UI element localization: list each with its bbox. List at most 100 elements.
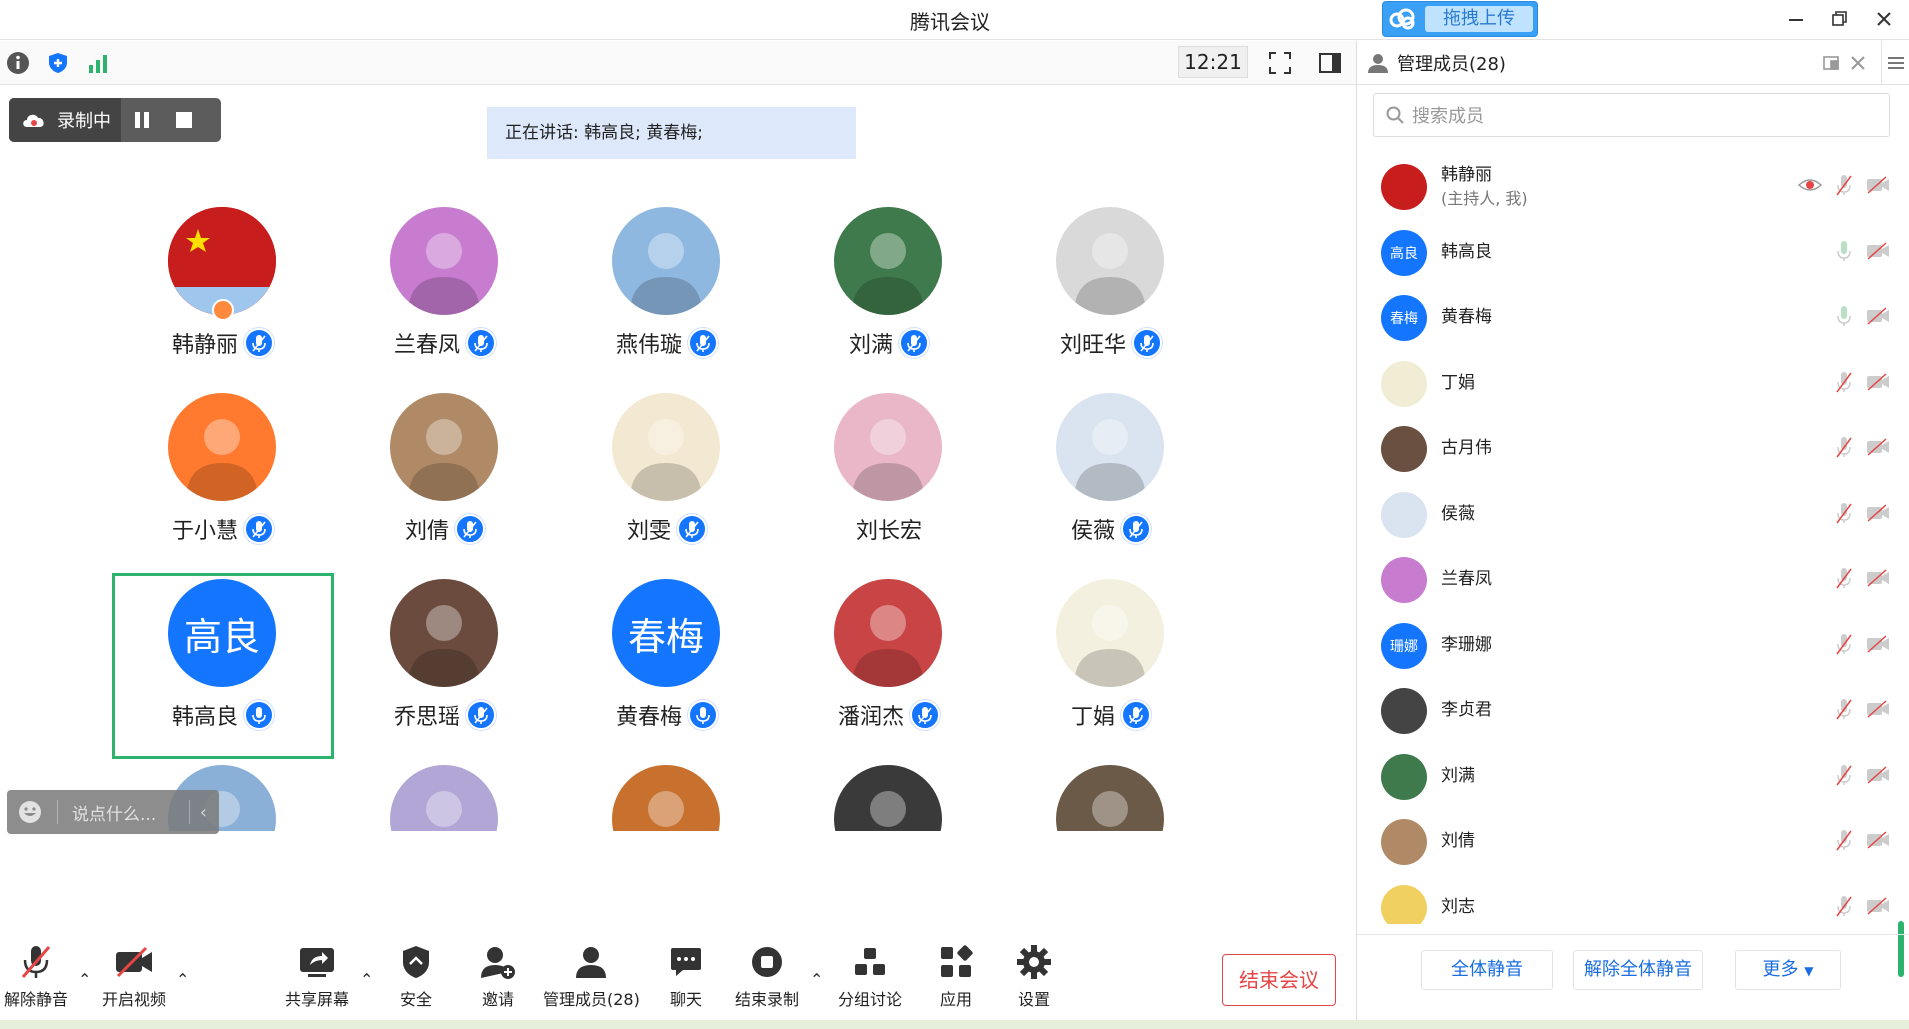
mic-muted-icon[interactable] [1836, 829, 1852, 855]
member-row[interactable]: 刘满 [1357, 744, 1909, 810]
video-off-icon[interactable] [1866, 176, 1890, 198]
pause-recording-button[interactable] [121, 111, 163, 129]
member-row[interactable]: 高良 韩高良 [1357, 220, 1909, 286]
sidebar-toggle-icon[interactable] [1316, 49, 1344, 77]
active-speaker-frame [112, 573, 334, 759]
apps-button[interactable]: 应用 [934, 940, 978, 1010]
share-options-caret[interactable]: ⌃ [360, 970, 373, 989]
fullscreen-icon[interactable] [1266, 49, 1294, 77]
participant-tile[interactable]: 乔思瑶 [334, 579, 556, 765]
stop-record-button[interactable]: 结束录制 [735, 940, 799, 1010]
participant-tile[interactable]: 春梅 黄春梅 [556, 579, 778, 765]
bottom-toolbar: 解除静音 ⌃ 开启视频 ⌃ 共享屏幕 ⌃ 安全 邀请 管理成员(28) 聊天 结… [0, 940, 1356, 1020]
gear-icon [1012, 940, 1056, 984]
participant-tile[interactable]: 韩静丽 [112, 207, 334, 393]
participant-tile[interactable] [334, 765, 556, 831]
manage-members-button[interactable]: 管理成员(28) [543, 940, 640, 1010]
emoji-icon[interactable] [17, 799, 43, 825]
video-off-icon[interactable] [1866, 438, 1890, 460]
member-row[interactable]: 兰春凤 [1357, 547, 1909, 613]
mic-muted-icon[interactable] [1836, 895, 1852, 921]
close-icon[interactable] [1866, 4, 1902, 34]
participant-tile[interactable]: 潘润杰 [778, 579, 1000, 765]
popout-icon[interactable] [1823, 54, 1841, 76]
mic-muted-icon[interactable] [1836, 764, 1852, 790]
security-button[interactable]: 安全 [394, 940, 438, 1010]
mute-all-button[interactable]: 全体静音 [1421, 950, 1553, 990]
mic-on-icon[interactable] [1836, 305, 1852, 331]
participant-tile[interactable]: 刘雯 [556, 393, 778, 579]
participant-tile[interactable]: 丁娟 [1000, 579, 1222, 765]
upload-button[interactable]: 拖拽上传 [1382, 1, 1538, 37]
video-off-icon[interactable] [1866, 504, 1890, 526]
member-row[interactable]: 李贞君 [1357, 678, 1909, 744]
mic-muted-icon[interactable] [1836, 174, 1852, 200]
audio-options-caret[interactable]: ⌃ [78, 970, 91, 989]
mic-muted-icon[interactable] [1836, 436, 1852, 462]
participant-tile[interactable]: 侯薇 [1000, 393, 1222, 579]
participant-tile[interactable]: 于小慧 [112, 393, 334, 579]
video-off-icon[interactable] [1866, 307, 1890, 329]
member-row[interactable]: 古月伟 [1357, 416, 1909, 482]
chat-placeholder: 说点什么... [72, 804, 157, 825]
mic-muted-icon[interactable] [1836, 698, 1852, 724]
participant-tile[interactable]: 兰春凤 [334, 207, 556, 393]
video-off-icon[interactable] [1866, 897, 1890, 919]
settings-button[interactable]: 设置 [1012, 940, 1056, 1010]
minimize-icon[interactable] [1778, 4, 1814, 34]
invite-button[interactable]: 邀请 [476, 940, 520, 1010]
video-off-icon[interactable] [1866, 635, 1890, 657]
participant-tile[interactable] [1000, 765, 1222, 831]
member-row[interactable]: 刘志 [1357, 875, 1909, 924]
mic-on-icon[interactable] [1836, 240, 1852, 266]
photo-image [1074, 233, 1146, 315]
video-off-icon[interactable] [1866, 766, 1890, 788]
member-row[interactable]: 韩静丽 (主持人, 我) [1357, 154, 1909, 220]
member-row[interactable]: 珊娜 李珊娜 [1357, 613, 1909, 679]
record-options-caret[interactable]: ⌃ [810, 970, 823, 989]
participant-tile[interactable]: 刘倩 [334, 393, 556, 579]
mic-muted-icon[interactable] [1836, 371, 1852, 397]
member-search-input[interactable]: 搜索成员 [1373, 93, 1890, 137]
unmute-button[interactable]: 解除静音 [4, 940, 68, 1010]
video-off-icon[interactable] [1866, 242, 1890, 264]
mic-muted-icon[interactable] [1836, 567, 1852, 593]
restore-icon[interactable] [1822, 4, 1858, 34]
chat-quick-input[interactable]: 说点什么... ‹ [7, 790, 219, 834]
panel-close-icon[interactable] [1849, 54, 1867, 76]
participant-name: 乔思瑶 [393, 705, 460, 730]
video-options-caret[interactable]: ⌃ [176, 970, 189, 989]
member-row[interactable]: 丁娟 [1357, 351, 1909, 417]
share-screen-button[interactable]: 共享屏幕 [285, 940, 349, 1010]
participant-tile[interactable] [556, 765, 778, 831]
video-off-icon[interactable] [1866, 569, 1890, 591]
unmute-all-button[interactable]: 解除全体静音 [1573, 950, 1703, 990]
panel-menu-icon[interactable] [1881, 41, 1909, 85]
member-row[interactable]: 春梅 黄春梅 [1357, 285, 1909, 351]
speaking-banner: 正在讲话: 韩高良; 黄春梅; [487, 107, 856, 159]
mic-muted-icon[interactable] [1836, 633, 1852, 659]
chat-button[interactable]: 聊天 [664, 940, 708, 1010]
video-off-icon[interactable] [1866, 831, 1890, 853]
breakout-button[interactable]: 分组讨论 [838, 940, 902, 1010]
participant-tile[interactable]: 燕伟璇 [556, 207, 778, 393]
video-off-icon[interactable] [1866, 373, 1890, 395]
info-icon[interactable] [4, 49, 32, 77]
start-video-button[interactable]: 开启视频 [102, 940, 166, 1010]
more-button[interactable]: 更多 ▼ [1735, 950, 1841, 990]
end-meeting-button[interactable]: 结束会议 [1222, 954, 1336, 1006]
host-badge-icon [212, 299, 234, 321]
mic-muted-icon[interactable] [1836, 502, 1852, 528]
signal-icon[interactable] [84, 49, 112, 77]
participant-tile[interactable]: 刘旺华 [1000, 207, 1222, 393]
participant-tile[interactable]: 刘长宏 [778, 393, 1000, 579]
video-off-icon[interactable] [1866, 700, 1890, 722]
member-controls [1836, 502, 1890, 528]
member-row[interactable]: 刘倩 [1357, 809, 1909, 875]
stop-recording-button[interactable] [163, 111, 205, 129]
participant-tile[interactable] [778, 765, 1000, 831]
collapse-chevron-icon[interactable]: ‹ [200, 802, 207, 823]
participant-tile[interactable]: 刘满 [778, 207, 1000, 393]
shield-icon[interactable] [44, 49, 72, 77]
member-row[interactable]: 侯薇 [1357, 482, 1909, 548]
